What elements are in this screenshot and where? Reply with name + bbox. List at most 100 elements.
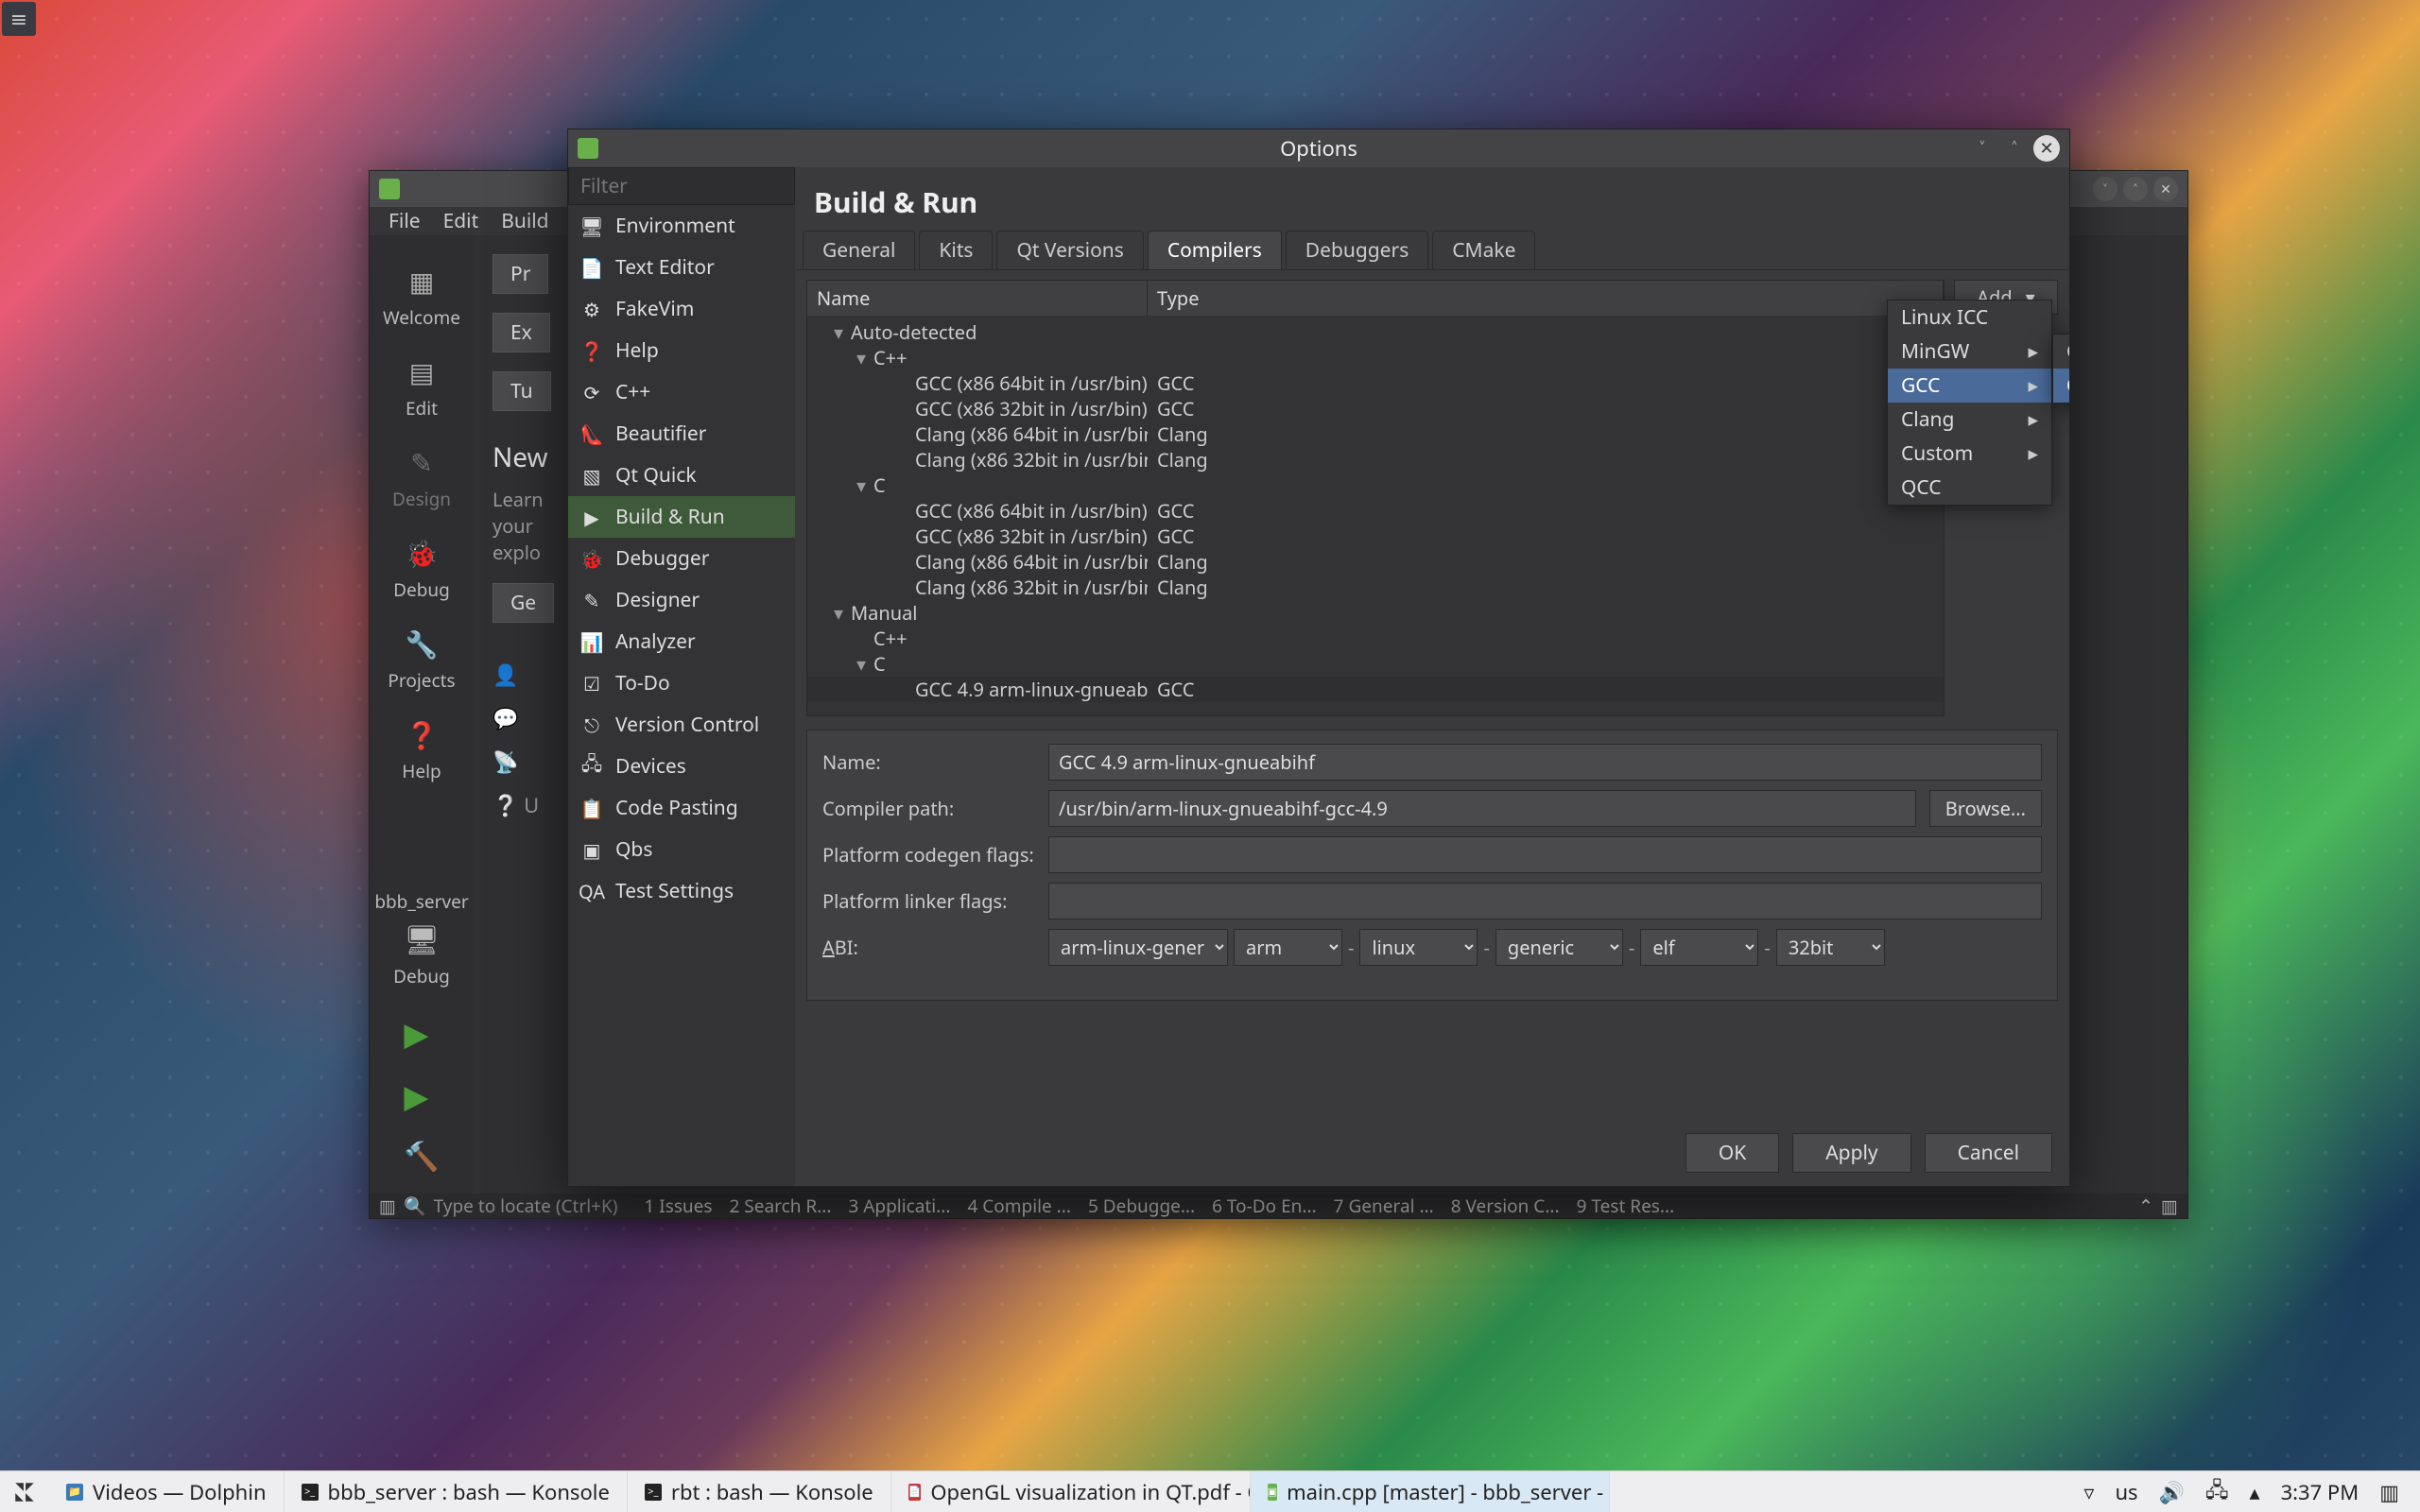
- welcome-projects-button[interactable]: Pr: [493, 254, 548, 294]
- welcome-tutorials-button[interactable]: Tu: [493, 371, 551, 411]
- mode-design[interactable]: ✎Design: [385, 436, 458, 521]
- menu-item-custom[interactable]: Custom▸: [1888, 437, 2051, 471]
- menu-item-mingw[interactable]: MinGW▸: [1888, 335, 2051, 369]
- close-button[interactable]: ✕: [2153, 177, 2178, 201]
- close-button[interactable]: ✕: [2033, 135, 2060, 162]
- tab-kits[interactable]: Kits: [919, 231, 993, 269]
- category-version-control[interactable]: ⎋Version Control: [568, 704, 795, 746]
- category-code-pasting[interactable]: 📋Code Pasting: [568, 787, 795, 829]
- table-row[interactable]: ▾C: [807, 651, 1944, 677]
- taskbar-task[interactable]: >_rbt : bash — Konsole: [628, 1471, 891, 1512]
- table-row[interactable]: Clang (x86 32bit in /usr/bin)Clang: [807, 575, 1944, 600]
- output-pane-4[interactable]: 4 Compile ...: [967, 1194, 1071, 1218]
- abi-os-select[interactable]: linux: [1359, 929, 1478, 966]
- maximize-button[interactable]: ˄: [2001, 135, 2028, 162]
- welcome-getstarted-button[interactable]: Ge: [493, 583, 554, 623]
- category-help[interactable]: ❓Help: [568, 330, 795, 371]
- tab-compilers[interactable]: Compilers: [1148, 231, 1282, 269]
- menu-item-linux-icc[interactable]: Linux ICC: [1888, 301, 2051, 335]
- menu-item-qcc[interactable]: QCC: [1888, 471, 2051, 505]
- submenu-item-c[interactable]: C: [2053, 335, 2069, 369]
- output-pane-1[interactable]: 1 Issues: [644, 1194, 712, 1218]
- table-row[interactable]: ▾Manual: [807, 600, 1944, 626]
- codegen-flags-input[interactable]: [1048, 836, 2042, 873]
- abi-format-select[interactable]: elf: [1640, 929, 1758, 966]
- plasma-panel-button[interactable]: ≡: [2, 2, 36, 36]
- output-pane-7[interactable]: 7 General ...: [1334, 1194, 1434, 1218]
- add-compiler-menu[interactable]: Linux ICCMinGW▸GCC▸Clang▸Custom▸QCC: [1887, 300, 2052, 506]
- category-to-do[interactable]: ☑To-Do: [568, 662, 795, 704]
- table-row[interactable]: GCC (x86 32bit in /usr/bin)GCC: [807, 396, 1944, 421]
- compilers-tree[interactable]: ▾Auto-detected▾C++GCC (x86 64bit in /usr…: [807, 316, 1944, 715]
- linker-flags-input[interactable]: [1048, 883, 2042, 919]
- menu-build[interactable]: Build: [492, 206, 558, 236]
- clock[interactable]: 3:37 PM: [2281, 1478, 2360, 1506]
- category-designer[interactable]: ✎Designer: [568, 579, 795, 621]
- volume-icon[interactable]: 🔊: [2159, 1478, 2185, 1506]
- table-row[interactable]: GCC (x86 64bit in /usr/bin)GCC: [807, 370, 1944, 396]
- output-pane-6[interactable]: 6 To-Do En...: [1212, 1194, 1317, 1218]
- tray-up-icon[interactable]: ▴: [2250, 1478, 2260, 1506]
- category-devices[interactable]: 🖧Devices: [568, 746, 795, 787]
- show-desktop-icon[interactable]: ▥: [2379, 1478, 2399, 1506]
- cancel-button[interactable]: Cancel: [1925, 1133, 2052, 1173]
- output-pane-3[interactable]: 3 Applicati...: [848, 1194, 950, 1218]
- abi-preset-select[interactable]: arm-linux-generic: [1048, 929, 1228, 966]
- compiler-name-input[interactable]: [1048, 744, 2042, 781]
- table-row[interactable]: GCC (x86 32bit in /usr/bin)GCC: [807, 524, 1944, 549]
- category-test-settings[interactable]: QATest Settings: [568, 870, 795, 912]
- chevron-up-icon[interactable]: ⌃: [2138, 1194, 2153, 1218]
- build-button[interactable]: 🔨: [404, 1136, 439, 1175]
- abi-width-select[interactable]: 32bit: [1776, 929, 1885, 966]
- table-row[interactable]: Clang (x86 64bit in /usr/bin)Clang: [807, 549, 1944, 575]
- locator[interactable]: 🔍 Type to locate (Ctrl+K): [404, 1194, 618, 1218]
- output-pane-9[interactable]: 9 Test Res...: [1577, 1194, 1675, 1218]
- compiler-path-input[interactable]: [1048, 790, 1916, 827]
- output-pane-5[interactable]: 5 Debugge...: [1088, 1194, 1195, 1218]
- category-text-editor[interactable]: 📄Text Editor: [568, 247, 795, 288]
- tab-cmake[interactable]: CMake: [1432, 231, 1535, 269]
- keyboard-layout[interactable]: us: [2115, 1478, 2137, 1506]
- col-name[interactable]: Name: [807, 281, 1148, 316]
- ok-button[interactable]: OK: [1685, 1133, 1779, 1173]
- category-beautifier[interactable]: 👠Beautifier: [568, 413, 795, 455]
- minimize-button[interactable]: ˅: [1969, 135, 1996, 162]
- category-environment[interactable]: 🖥Environment: [568, 205, 795, 247]
- output-pane-8[interactable]: 8 Version C...: [1451, 1194, 1560, 1218]
- add-gcc-submenu[interactable]: CC++: [2052, 334, 2069, 404]
- taskbar-task[interactable]: 📁Videos — Dolphin: [49, 1471, 285, 1512]
- application-launcher[interactable]: [0, 1471, 49, 1512]
- table-row[interactable]: C++: [807, 626, 1944, 651]
- mode-help[interactable]: ❓Help: [385, 708, 458, 793]
- category-qt-quick[interactable]: ▧Qt Quick: [568, 455, 795, 496]
- minimize-button[interactable]: ˅: [2093, 177, 2118, 201]
- table-row[interactable]: Clang (x86 32bit in /usr/bin)Clang: [807, 447, 1944, 472]
- col-type[interactable]: Type: [1148, 281, 1944, 316]
- category-c-[interactable]: ⟳C++: [568, 371, 795, 413]
- debug-run-button[interactable]: ▶: [404, 1074, 439, 1117]
- taskbar-task[interactable]: ▣main.cpp [master] - bbb_server - Q: [1251, 1471, 1610, 1512]
- menu-file[interactable]: File: [379, 206, 430, 236]
- network-icon[interactable]: 🖧: [2205, 1474, 2229, 1510]
- mode-edit[interactable]: ▤Edit: [385, 345, 458, 430]
- tab-qt-versions[interactable]: Qt Versions: [996, 231, 1143, 269]
- run-button[interactable]: ▶: [404, 1011, 439, 1055]
- target-selector[interactable]: bbb_server 🖥 Debug: [374, 889, 468, 988]
- table-row[interactable]: ▾Auto-detected: [807, 319, 1944, 345]
- tray-expand-icon[interactable]: ▿: [2083, 1478, 2094, 1506]
- browse-button[interactable]: Browse...: [1929, 790, 2042, 827]
- menu-edit[interactable]: Edit: [434, 206, 489, 236]
- submenu-item-cpp[interactable]: C++: [2053, 369, 2069, 403]
- options-titlebar[interactable]: Options ˅ ˄ ✕: [568, 129, 2069, 167]
- menu-item-clang[interactable]: Clang▸: [1888, 403, 2051, 437]
- menu-item-gcc[interactable]: GCC▸: [1888, 369, 2051, 403]
- welcome-examples-button[interactable]: Ex: [493, 313, 550, 352]
- table-row[interactable]: GCC 4.9 arm-linux-gnueabihfGCC: [807, 677, 1944, 702]
- category-qbs[interactable]: ▣Qbs: [568, 829, 795, 870]
- taskbar-task[interactable]: >_bbb_server : bash — Konsole: [285, 1471, 628, 1512]
- category-build-run[interactable]: ▶Build & Run: [568, 496, 795, 538]
- maximize-button[interactable]: ˄: [2123, 177, 2148, 201]
- table-row[interactable]: GCC (x86 64bit in /usr/bin)GCC: [807, 498, 1944, 524]
- category-filter-input[interactable]: [568, 167, 795, 205]
- output-pane-2[interactable]: 2 Search R...: [730, 1194, 832, 1218]
